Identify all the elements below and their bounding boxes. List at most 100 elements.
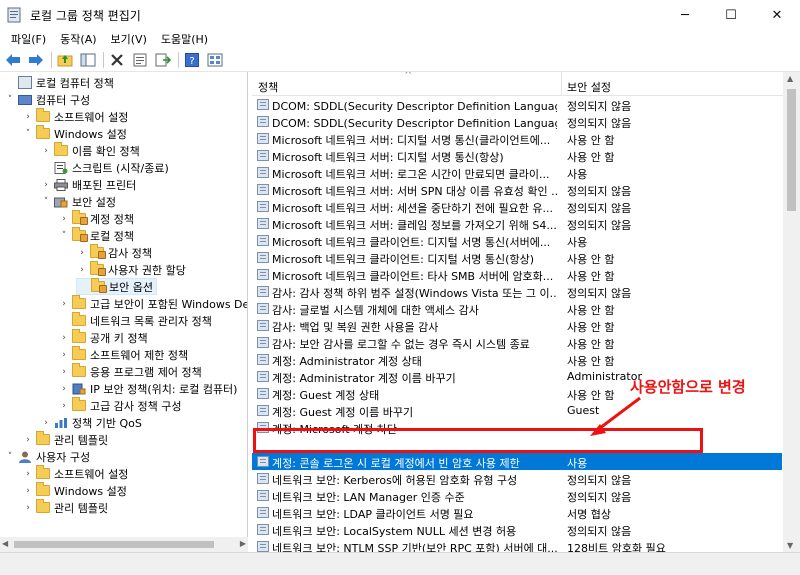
policy-row[interactable]: 감사: 백업 및 복원 권한 사용을 감사 사용 안 함	[252, 317, 782, 334]
tree-item-software-settings[interactable]: › 소프트웨어 설정	[22, 108, 128, 125]
policy-row[interactable]: Microsoft 네트워크 서버: 디지털 서명 통신(클라이언트에... 사용…	[252, 130, 782, 147]
policy-row[interactable]: 네트워크 보안: LAN Manager 인증 수준 정의되지 않음	[252, 487, 782, 504]
properties-icon[interactable]	[131, 51, 149, 69]
tree-item-windows-settings[interactable]: ˅ Windows 설정	[22, 125, 127, 142]
show-hide-tree-icon[interactable]	[79, 51, 97, 69]
collapse-icon[interactable]: ˅	[4, 452, 16, 462]
expand-icon[interactable]: ›	[58, 299, 70, 309]
expand-icon[interactable]: ›	[58, 384, 70, 394]
tree-item-software-restriction[interactable]: › 소프트웨어 제한 정책	[58, 346, 188, 363]
policy-row[interactable]: Microsoft 네트워크 서버: 서버 SPN 대상 이름 유효성 확인 .…	[252, 181, 782, 198]
tree-item-ip-security[interactable]: › IP 보안 정책(위치: 로컬 컴퓨터)	[58, 380, 237, 397]
scrollbar-thumb[interactable]	[14, 541, 214, 548]
tree-item-audit-policy[interactable]: › 감사 정책	[76, 244, 152, 261]
column-divider[interactable]	[561, 72, 562, 96]
policy-row[interactable]: 계정: Administrator 계정 상태 사용 안 함	[252, 351, 782, 368]
policy-row[interactable]: 계정: Guest 계정 이름 바꾸기 Guest	[252, 402, 782, 419]
tree-item-windows-defender-firewall[interactable]: › 고급 보안이 포함된 Windows De	[58, 295, 247, 312]
collapse-icon[interactable]: ˅	[40, 197, 52, 207]
collapse-icon[interactable]: ˅	[22, 129, 34, 139]
tree-item-network-list-manager[interactable]: 네트워크 목록 관리자 정책	[58, 312, 212, 329]
expand-icon[interactable]: ›	[58, 333, 70, 343]
menu-action[interactable]: 동작(A)	[53, 31, 103, 47]
tree-item-name-resolution-policy[interactable]: › 이름 확인 정책	[40, 142, 140, 159]
expand-icon[interactable]: ›	[58, 350, 70, 360]
tree-item-admin-templates[interactable]: › 관리 템플릿	[22, 431, 108, 448]
close-button[interactable]: ✕	[754, 0, 800, 30]
menu-file[interactable]: 파일(F)	[4, 31, 53, 47]
expand-icon[interactable]: ›	[22, 435, 34, 445]
expand-icon[interactable]: ›	[58, 214, 70, 224]
scroll-right-icon[interactable]: ▶	[240, 539, 246, 548]
tree-item-user-software-settings[interactable]: › 소프트웨어 설정	[22, 465, 128, 482]
expand-icon[interactable]: ›	[22, 112, 34, 122]
scroll-down-icon[interactable]: ▼	[787, 541, 793, 550]
tree-item-user-rights-assignment[interactable]: › 사용자 권한 할당	[76, 261, 186, 278]
tree-item-account-policies[interactable]: › 계정 정책	[58, 210, 134, 227]
tree-item-public-key-policies[interactable]: › 공개 키 정책	[58, 329, 148, 346]
scroll-up-icon[interactable]: ▲	[787, 74, 793, 83]
policy-row[interactable]: Microsoft 네트워크 클라이언트: 디지털 서명 통신(항상) 사용 안 …	[252, 249, 782, 266]
policy-row[interactable]: 감사: 감사 정책 하위 범주 설정(Windows Vista 또는 그 이.…	[252, 283, 782, 300]
policy-row[interactable]: 감사: 글로벌 시스템 개체에 대한 액세스 감사 사용 안 함	[252, 300, 782, 317]
scrollbar-thumb[interactable]	[787, 89, 796, 211]
expand-icon[interactable]: ›	[40, 180, 52, 190]
expand-icon[interactable]: ›	[22, 469, 34, 479]
expand-icon[interactable]: ›	[58, 401, 70, 411]
expand-icon[interactable]: ›	[40, 146, 52, 156]
tree-item-computer-configuration[interactable]: ˅ 컴퓨터 구성	[4, 91, 90, 108]
expand-icon[interactable]: ›	[22, 503, 34, 513]
policy-row[interactable]: 네트워크 보안: LDAP 클라이언트 서명 필요 서명 협상	[252, 504, 782, 521]
policy-row[interactable]: DCOM: SDDL(Security Descriptor Definitio…	[252, 96, 782, 113]
expand-icon[interactable]: ›	[76, 248, 88, 258]
tree-item-deployed-printers[interactable]: › 배포된 프린터	[40, 176, 136, 193]
tree-item-user-windows-settings[interactable]: › Windows 설정	[22, 482, 127, 499]
tree-item-advanced-audit[interactable]: › 고급 감사 정책 구성	[58, 397, 181, 414]
up-folder-icon[interactable]	[56, 51, 74, 69]
expand-icon[interactable]: ›	[40, 418, 52, 428]
filter-view-icon[interactable]	[206, 51, 224, 69]
policy-row[interactable]: Microsoft 네트워크 서버: 디지털 서명 통신(항상) 사용 안 함	[252, 147, 782, 164]
tree-item-security-settings[interactable]: ˅ 보안 설정	[40, 193, 116, 210]
policy-row[interactable]: 네트워크 보안: Kerberos에 허용된 암호화 유형 구성 정의되지 않음	[252, 470, 782, 487]
policy-row[interactable]: Microsoft 네트워크 클라이언트: 디지털 서명 통신(서버에... 사용	[252, 232, 782, 249]
tree-item-scripts[interactable]: 스크립트 (시작/종료)	[40, 159, 169, 176]
tree-item-application-control[interactable]: › 응용 프로그램 제어 정책	[58, 363, 202, 380]
maximize-button[interactable]: ☐	[708, 0, 754, 30]
policy-row[interactable]: Microsoft 네트워크 서버: 로그온 시간이 만료되면 클라이... 사용	[252, 164, 782, 181]
column-header-policy[interactable]: 정책	[258, 79, 278, 95]
list-vertical-scrollbar[interactable]: ▲ ▼	[783, 72, 800, 552]
back-arrow-icon[interactable]	[4, 51, 22, 69]
policy-row[interactable]: Microsoft 네트워크 서버: 클레임 정보를 가져오기 위해 S4...…	[252, 215, 782, 232]
collapse-icon[interactable]: ˅	[4, 95, 16, 105]
policy-row[interactable]: DCOM: SDDL(Security Descriptor Definitio…	[252, 113, 782, 130]
menu-help[interactable]: 도움말(H)	[154, 31, 215, 47]
export-list-icon[interactable]	[154, 51, 172, 69]
tree-item-local-computer-policy[interactable]: 로컬 컴퓨터 정책	[4, 74, 114, 91]
tree-item-local-policies[interactable]: ˅ 로컬 정책	[58, 227, 134, 244]
delete-icon[interactable]	[108, 51, 126, 69]
console-tree[interactable]: 로컬 컴퓨터 정책 ˅ 컴퓨터 구성 › 소프트웨어 설정 ˅ Windows …	[0, 72, 248, 552]
forward-arrow-icon[interactable]	[27, 51, 45, 69]
expand-icon[interactable]: ›	[58, 367, 70, 377]
policy-row[interactable]: 네트워크 보안: LocalSystem NULL 세션 변경 허용 정의되지 않…	[252, 521, 782, 538]
tree-item-policy-based-qos[interactable]: › 정책 기반 QoS	[40, 414, 142, 431]
policy-row[interactable]: Microsoft 네트워크 서버: 세션을 중단하기 전에 필요한 유... 정…	[252, 198, 782, 215]
collapse-icon[interactable]: ˅	[58, 231, 70, 241]
tree-item-user-admin-templates[interactable]: › 관리 템플릿	[22, 499, 108, 516]
tree-item-security-options[interactable]: 보안 옵션	[76, 278, 157, 295]
scroll-left-icon[interactable]: ◀	[2, 539, 8, 548]
expand-icon[interactable]: ›	[76, 265, 88, 275]
expand-icon[interactable]: ›	[22, 486, 34, 496]
column-header-security-setting[interactable]: 보안 설정	[567, 79, 611, 95]
policy-row[interactable]: 감사: 보안 감사를 로그할 수 없는 경우 즉시 시스템 종료 사용 안 함	[252, 334, 782, 351]
tree-horizontal-scrollbar[interactable]: ◀ ▶	[0, 537, 248, 552]
tree-item-user-configuration[interactable]: ˅ 사용자 구성	[4, 448, 90, 465]
help-icon[interactable]: ?	[183, 51, 201, 69]
policy-name: 네트워크 보안: LocalSystem NULL 세션 변경 허용	[272, 525, 517, 538]
policy-row[interactable]: 네트워크 보안: NTLM SSP 기반(보안 RPC 포함) 서버에 대...…	[252, 538, 782, 552]
policy-row[interactable]: Microsoft 네트워크 클라이언트: 타사 SMB 서버에 암호화... 사…	[252, 266, 782, 283]
menu-view[interactable]: 보기(V)	[104, 31, 154, 47]
policy-row-selected[interactable]: 계정: 콘솔 로그온 시 로컬 계정에서 빈 암호 사용 제한 사용	[252, 453, 782, 470]
minimize-button[interactable]: ─	[662, 0, 708, 30]
